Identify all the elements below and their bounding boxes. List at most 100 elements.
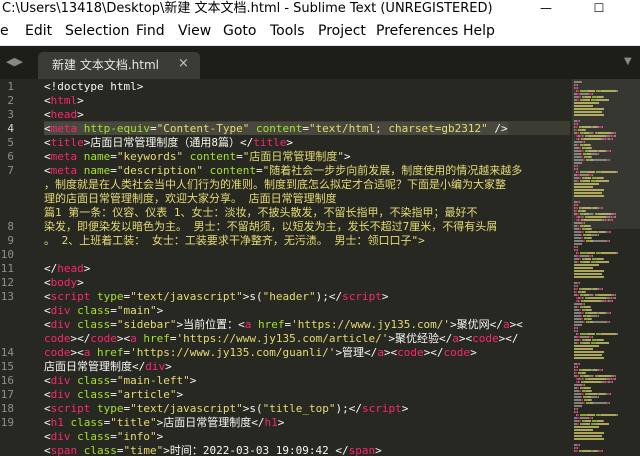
minimap-line — [577, 387, 579, 389]
minimap-line — [577, 204, 578, 206]
code-line[interactable]: <script type="text/javascript">s("title_… — [44, 402, 408, 416]
code-token: href — [97, 346, 124, 359]
code-line[interactable]: <div class="info"> — [44, 430, 163, 444]
code-line[interactable]: 。 2、上班着工装： 女士：工装要求干净整齐，无污渍。 男士：领口口子"> — [44, 234, 425, 248]
code-token: > — [375, 444, 382, 456]
menu-selection[interactable]: Selection — [65, 22, 130, 40]
code-token: > — [401, 402, 409, 415]
minimap-line — [591, 399, 592, 401]
minimap-line — [584, 384, 585, 386]
code-line[interactable]: <span class="time">时间：2022-03-03 19:09:4… — [44, 444, 382, 456]
minimap-line — [584, 138, 601, 140]
line-number: 9 — [7, 234, 14, 247]
code-line[interactable]: <meta name="description" content="随着社会一步… — [44, 164, 522, 178]
code-line[interactable]: <!doctype html> — [44, 80, 143, 94]
tab-active-file[interactable]: 新建 文本文档.html × — [38, 52, 200, 79]
minimap-line — [584, 300, 601, 302]
minimap-line — [584, 303, 585, 305]
code-token — [249, 122, 256, 135]
code-line[interactable]: 店面日常管理制度</div> — [44, 360, 172, 374]
minimap-line — [603, 177, 604, 179]
tab-close-icon[interactable]: × — [178, 56, 189, 72]
code-token: name — [83, 150, 111, 163]
line-number: 10 — [0, 248, 14, 261]
code-token: script — [361, 402, 402, 415]
code-line[interactable]: <body> — [44, 276, 84, 290]
menu-edit[interactable]: Edit — [25, 22, 52, 40]
code-line[interactable]: code><a href='https://www.jy135.com/guan… — [44, 346, 477, 360]
code-token: > — [156, 304, 164, 317]
code-line[interactable]: 篇1 第一条：仪容、仪表 1、女士：淡妆，不披头散发，不留长指甲，不染指甲；最好… — [44, 206, 478, 220]
minimap-line — [574, 384, 582, 386]
minimap-line — [593, 132, 594, 134]
minimap-line — [577, 246, 578, 248]
minimap-line — [574, 270, 604, 272]
code-line[interactable]: <h1 class="title">店面日常管理制度</h1> — [44, 416, 284, 430]
code-line[interactable]: <html> — [44, 94, 84, 108]
code-line[interactable]: <script type="text/javascript">s("header… — [44, 290, 388, 304]
minimap-line — [574, 312, 581, 314]
code-token: "text/javascript" — [130, 290, 243, 303]
menu-help[interactable]: Help — [463, 22, 495, 40]
minimap-line — [575, 126, 578, 128]
minimap-line — [577, 252, 579, 254]
menu-goto[interactable]: Goto — [223, 22, 256, 40]
code-token: div — [145, 360, 166, 373]
code-line[interactable]: <div class="main"> — [44, 304, 163, 318]
code-line[interactable]: <div class="sidebar">当前位置：<a href='https… — [44, 318, 523, 332]
minimap[interactable] — [572, 79, 640, 456]
code-line[interactable]: ，制度就是在人类社会当中人们行为的准则。制度到底怎么拟定才合适呢？下面是小编为大… — [44, 178, 506, 192]
minimap-line — [574, 81, 582, 83]
line-number: 8 — [7, 220, 14, 233]
minimap-line — [577, 171, 579, 173]
code-line[interactable]: <title>店面日常管理制度（通用8篇）</title> — [44, 136, 293, 150]
minimap-line — [593, 402, 607, 404]
menu-file[interactable]: e — [0, 22, 9, 40]
menu-find[interactable]: Find — [136, 22, 165, 40]
code-line[interactable]: <meta name="keywords" content="店面日常管理制度"… — [44, 150, 351, 164]
tab-list-dropdown-icon[interactable]: ▼ — [624, 56, 632, 67]
menu-preferences[interactable]: Preferences — [376, 22, 458, 40]
code-token: < — [44, 94, 51, 107]
minimap-line — [574, 186, 593, 188]
code-line[interactable]: 理的店面日常管理制度，欢迎大家分享。 店面日常管理制度 — [44, 192, 337, 206]
maximize-button[interactable]: ☐ — [585, 0, 613, 17]
line-number: 3 — [7, 108, 14, 121]
code-line[interactable]: <meta http-equiv="Content-Type" content=… — [44, 122, 508, 136]
code-token: h1 — [50, 416, 64, 429]
minimap-line — [592, 417, 593, 419]
code-token: 店面日常管理制度</ — [44, 360, 146, 373]
menu-project[interactable]: Project — [318, 22, 366, 40]
menu-view[interactable]: View — [178, 22, 211, 40]
code-line[interactable]: </head> — [44, 262, 90, 276]
menu-tools[interactable]: Tools — [270, 22, 305, 40]
minimap-line — [602, 450, 603, 452]
code-line[interactable]: 染发，即便染发以暗色为主。 男士：不留胡须，以短发为主，发长不超过7厘米，不得有… — [44, 220, 497, 234]
minimap-line — [591, 318, 592, 320]
minimap-line — [574, 264, 599, 266]
tab-scroll-arrows-icon[interactable]: ◀▶ — [6, 55, 23, 68]
minimap-line — [581, 318, 583, 320]
minimap-line — [574, 435, 602, 437]
minimap-line — [590, 225, 591, 227]
code-editor[interactable]: <!doctype html> <html> <head> <meta http-e… — [44, 79, 574, 456]
code-line[interactable]: <head> — [44, 108, 84, 122]
code-token: < — [44, 276, 51, 289]
code-line[interactable]: <div class="article"> — [44, 388, 183, 402]
minimap-line — [575, 207, 578, 209]
minimap-line — [581, 153, 582, 155]
code-line[interactable]: code></code><a href='https://www.jy135.c… — [44, 332, 519, 346]
minimap-line — [592, 255, 593, 257]
code-token: script — [342, 290, 382, 303]
minimap-line — [616, 90, 618, 92]
minimap-line — [593, 159, 607, 161]
minimize-button[interactable]: — — [532, 0, 560, 17]
minimap-line — [574, 222, 582, 224]
minimap-line — [616, 171, 618, 173]
code-line[interactable]: <div class="main-left"> — [44, 374, 196, 388]
minimap-line — [575, 291, 577, 293]
minimap-line — [577, 423, 579, 425]
minimap-line — [577, 84, 578, 86]
code-token: > — [470, 346, 477, 359]
